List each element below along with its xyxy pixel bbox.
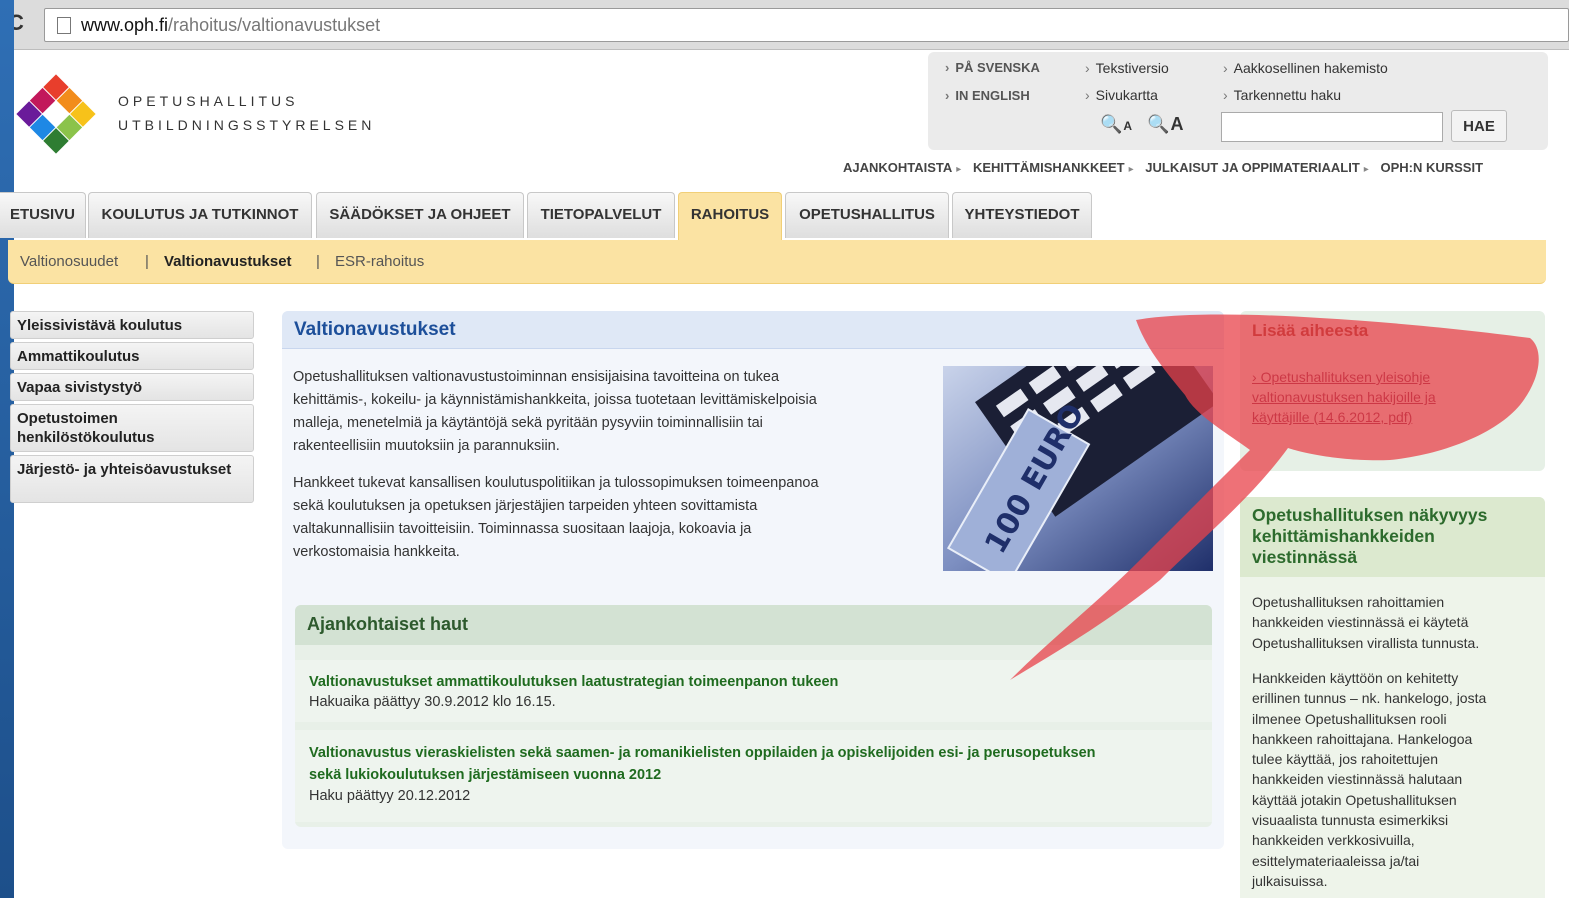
more-info-box: Lisää aiheesta › Opetushallituksen yleis… bbox=[1240, 311, 1545, 471]
text-zoom-controls: 🔍A 🔍A bbox=[1100, 114, 1185, 135]
money-calculator-image: 100 EURO bbox=[943, 366, 1213, 571]
subnav-separator: | bbox=[316, 253, 320, 270]
call-link-1[interactable]: Valtionavustukset ammattikoulutuksen laa… bbox=[309, 671, 838, 693]
top-link-ajankohtaista[interactable]: AJANKOHTAISTA bbox=[843, 160, 952, 175]
tab-saadokset-ja-ohjeet[interactable]: SÄÄDÖKSET JA OHJEET bbox=[316, 192, 524, 238]
address-bar[interactable]: www.oph.fi/rahoitus/valtionavustukset bbox=[44, 8, 1569, 42]
lang-sv-link[interactable]: › PÅ SVENSKA bbox=[945, 60, 1040, 75]
leftnav-henkilostokoulutus[interactable]: Opetustoimen henkilöstökoulutus bbox=[10, 404, 254, 452]
oph-logo-icon[interactable] bbox=[14, 72, 98, 156]
org-name-fi: OPETUSHALLITUS bbox=[118, 93, 299, 109]
zoom-in-icon[interactable]: 🔍A bbox=[1147, 114, 1184, 134]
guidelines-pdf-link[interactable]: › Opetushallituksen yleisohje valtionavu… bbox=[1252, 367, 1522, 427]
top-link-kurssit[interactable]: OPH:N KURSSIT bbox=[1380, 160, 1483, 175]
visibility-title: Opetushallituksen näkyvyys kehittämishan… bbox=[1252, 505, 1488, 567]
leftnav-ammattikoulutus[interactable]: Ammattikoulutus bbox=[10, 342, 254, 370]
top-link-julkaisut[interactable]: JULKAISUT JA OPPIMATERIAALIT bbox=[1145, 160, 1360, 175]
page-title: Valtionavustukset bbox=[294, 319, 456, 340]
tab-etusivu[interactable]: ETUSIVU bbox=[0, 192, 86, 238]
search-button[interactable]: HAE bbox=[1451, 110, 1507, 142]
call-deadline-1: Hakuaika päättyy 30.9.2012 klo 16.15. bbox=[309, 694, 556, 710]
tab-opetushallitus[interactable]: OPETUSHALLITUS bbox=[785, 192, 949, 238]
advanced-search-link[interactable]: › Tarkennettu haku bbox=[1223, 87, 1341, 103]
text-version-link[interactable]: › Tekstiversio bbox=[1085, 60, 1169, 76]
visibility-paragraph-2: Hankkeiden käyttöön on kehitetty erillin… bbox=[1252, 670, 1487, 889]
visibility-box-header: Opetushallituksen näkyvyys kehittämishan… bbox=[1240, 497, 1545, 577]
tab-rahoitus[interactable]: RAHOITUS bbox=[678, 192, 782, 240]
url-text: www.oph.fi/rahoitus/valtionavustukset bbox=[81, 15, 381, 35]
tab-tietopalvelut[interactable]: TIETOPALVELUT bbox=[527, 192, 675, 238]
leftnav-vapaa-sivistystyo[interactable]: Vapaa sivistystyö bbox=[10, 373, 254, 401]
content-header: Valtionavustukset bbox=[282, 311, 1224, 349]
leftnav-yleissivistava[interactable]: Yleissivistävä koulutus bbox=[10, 311, 254, 339]
call-deadline-2: Haku päättyy 20.12.2012 bbox=[309, 788, 471, 804]
leftnav-jarjestoavustukset[interactable]: Järjestö- ja yhteisöavustukset bbox=[10, 455, 254, 503]
current-calls-header: Ajankohtaiset haut bbox=[295, 605, 1212, 645]
sub-navigation: Valtionosuudet | Valtionavustukset | ESR… bbox=[8, 240, 1546, 284]
current-calls-title: Ajankohtaiset haut bbox=[307, 614, 469, 634]
zoom-out-icon[interactable]: 🔍A bbox=[1100, 114, 1133, 134]
browser-toolbar: C www.oph.fi/rahoitus/valtionavustukset bbox=[0, 0, 1569, 50]
top-link-kehittamishankkeet[interactable]: KEHITTÄMISHANKKEET bbox=[973, 160, 1125, 175]
second-paragraph: Hankkeet tukevat kansallisen koulutuspol… bbox=[293, 475, 819, 560]
lang-en-link[interactable]: › IN ENGLISH bbox=[945, 88, 1030, 103]
top-links: AJANKOHTAISTA ▸ KEHITTÄMISHANKKEET ▸ JULKA… bbox=[843, 160, 1484, 175]
tab-yhteystiedot[interactable]: YHTEYSTIEDOT bbox=[952, 192, 1092, 238]
org-name-sv: UTBILDNINGSSTYRELSEN bbox=[118, 117, 376, 133]
subnav-esr-rahoitus[interactable]: ESR-rahoitus bbox=[335, 253, 424, 270]
visibility-paragraph-1: Opetushallituksen rahoittamien hankkeide… bbox=[1252, 594, 1480, 651]
more-info-title: Lisää aiheesta bbox=[1252, 321, 1369, 340]
az-index-link[interactable]: › Aakkosellinen hakemisto bbox=[1223, 60, 1388, 76]
subnav-valtionavustukset[interactable]: Valtionavustukset bbox=[164, 253, 292, 270]
search-input[interactable] bbox=[1221, 112, 1443, 142]
subnav-separator: | bbox=[145, 253, 149, 270]
call-link-2[interactable]: Valtionavustus vieraskielisten sekä saam… bbox=[309, 742, 1096, 786]
intro-paragraph: Opetushallituksen valtionavustustoiminna… bbox=[293, 369, 817, 454]
page-icon bbox=[57, 17, 71, 34]
sitemap-link[interactable]: › Sivukartta bbox=[1085, 87, 1158, 103]
tab-koulutus-ja-tutkinnot[interactable]: KOULUTUS JA TUTKINNOT bbox=[88, 192, 312, 238]
subnav-valtionosuudet[interactable]: Valtionosuudet bbox=[20, 253, 118, 270]
